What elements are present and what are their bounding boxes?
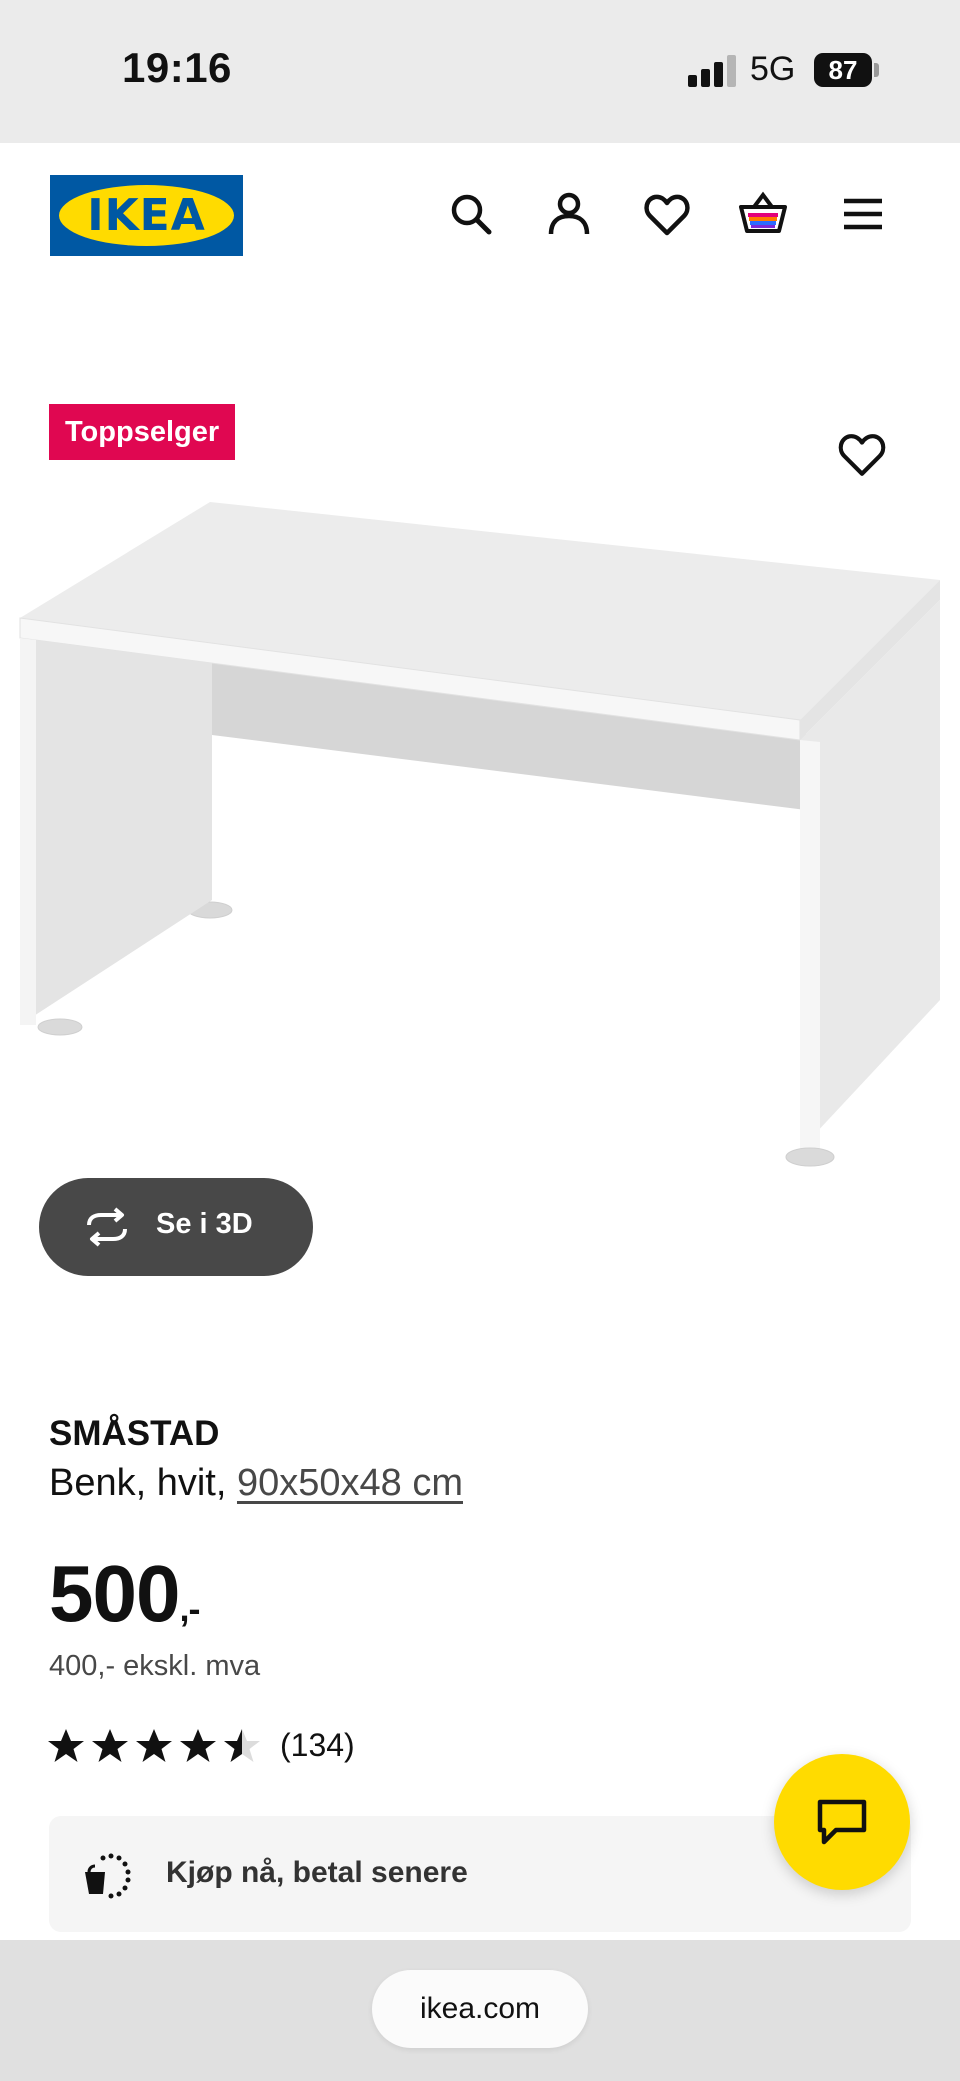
user-icon[interactable] xyxy=(544,189,594,239)
product-image[interactable] xyxy=(0,490,960,1180)
logo-text: IKEA xyxy=(87,190,206,241)
browser-bottom-bar: ikea.com xyxy=(0,1940,960,2081)
rotate-3d-icon xyxy=(81,1207,133,1247)
add-to-favourites-icon[interactable] xyxy=(836,428,888,480)
product-price: 500,- xyxy=(49,1548,200,1640)
product-type: Benk, hvit, xyxy=(49,1462,237,1504)
product-description: Benk, hvit, 90x50x48 cm xyxy=(49,1462,463,1505)
network-type: 5G xyxy=(750,50,796,88)
heart-icon[interactable] xyxy=(642,189,692,239)
review-count[interactable]: (134) xyxy=(280,1727,355,1764)
price-amount: 500 xyxy=(49,1549,180,1638)
price-excl-vat: 400,- ekskl. mva xyxy=(49,1650,261,1682)
cart-icon[interactable] xyxy=(738,189,788,239)
search-icon[interactable] xyxy=(446,189,496,239)
product-dimensions-link[interactable]: 90x50x48 cm xyxy=(237,1462,463,1504)
view-3d-label: Se i 3D xyxy=(156,1208,253,1240)
view-3d-button[interactable]: Se i 3D xyxy=(39,1178,313,1276)
star-icon xyxy=(46,1726,86,1766)
price-suffix: ,- xyxy=(179,1588,200,1629)
pay-later-icon xyxy=(81,1850,133,1902)
product-name: SMÅSTAD xyxy=(49,1414,220,1453)
logo-oval: IKEA xyxy=(59,185,234,246)
menu-icon[interactable] xyxy=(838,189,888,239)
ikea-logo[interactable]: IKEA xyxy=(50,175,243,256)
star-icon xyxy=(134,1726,174,1766)
half-star-icon xyxy=(222,1726,262,1766)
chat-button[interactable] xyxy=(774,1754,910,1890)
battery-tip xyxy=(874,63,879,77)
star-icon xyxy=(178,1726,218,1766)
battery-level: 87 xyxy=(828,55,858,85)
signal-icon xyxy=(688,55,736,87)
battery-icon: 87 xyxy=(814,53,872,87)
status-bar: 19:16 5G 87 xyxy=(0,0,960,143)
address-bar[interactable]: ikea.com xyxy=(372,1970,588,2048)
pay-later-label: Kjøp nå, betal senere xyxy=(166,1856,468,1889)
chat-icon xyxy=(817,1799,867,1845)
topseller-badge: Toppselger xyxy=(49,404,236,460)
star-icon xyxy=(90,1726,130,1766)
site-header: IKEA xyxy=(0,143,960,283)
status-time: 19:16 xyxy=(122,44,232,91)
